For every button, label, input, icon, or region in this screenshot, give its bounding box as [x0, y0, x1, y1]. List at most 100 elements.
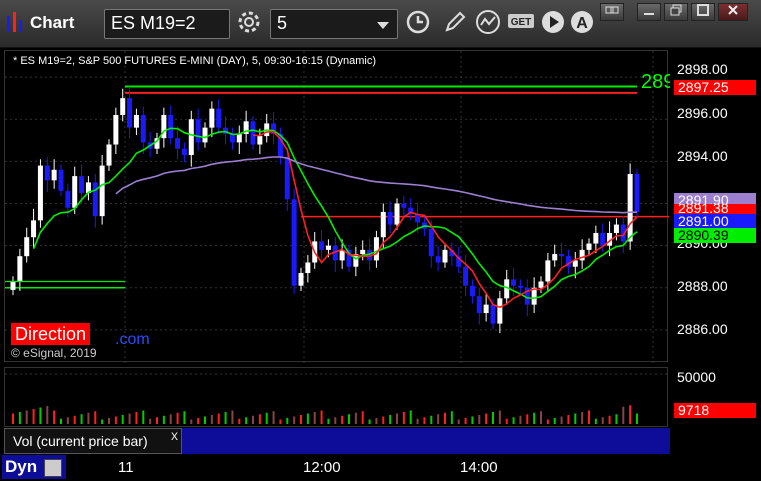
candle-body — [216, 108, 222, 128]
candle-body — [325, 245, 331, 250]
time-tick: 14:00 — [460, 459, 498, 476]
volume-bar — [533, 412, 536, 424]
volume-panel[interactable] — [4, 367, 669, 427]
interval-value: 5 — [277, 13, 288, 33]
volume-bar — [581, 412, 584, 424]
link-window-button[interactable] — [600, 3, 624, 21]
price-tag-high: 2897.25 — [674, 80, 756, 95]
candle-body — [291, 199, 297, 286]
volume-bar — [574, 413, 577, 424]
volume-bar — [313, 412, 316, 424]
title-bar: Chart ES M19=2 5 GET A — [0, 0, 761, 48]
play-button[interactable] — [538, 9, 568, 39]
svg-text:A: A — [576, 15, 588, 32]
candle-body — [140, 115, 146, 143]
volume-bar — [265, 412, 268, 424]
volume-bar — [121, 415, 124, 424]
candle-body — [559, 254, 565, 257]
volume-bar — [457, 419, 460, 424]
volume-bar — [471, 416, 474, 424]
volume-bar — [409, 410, 412, 424]
studies-button[interactable] — [472, 9, 504, 39]
volume-bar — [252, 415, 254, 424]
minimize-button[interactable] — [637, 3, 661, 21]
price-chart-panel[interactable]: * ES M19=2, S&P 500 FUTURES E-MINI (DAY)… — [4, 50, 674, 363]
volume-bar — [238, 418, 241, 424]
gear-icon — [237, 10, 261, 39]
lock-icon — [43, 458, 62, 477]
volume-bar — [80, 414, 83, 424]
get-data-button[interactable]: GET — [506, 9, 536, 39]
candle-body — [175, 138, 181, 149]
volume-bar — [416, 418, 419, 424]
candle-body — [613, 224, 619, 233]
close-button[interactable] — [718, 3, 748, 21]
pencil-icon — [443, 10, 467, 39]
volume-bar — [368, 419, 371, 424]
price-axis[interactable]: 2898.00 2896.00 2894.00 2890.00 2888.00 … — [670, 50, 756, 362]
volume-bar — [108, 418, 110, 424]
volume-bar — [629, 405, 632, 424]
candle-body — [469, 285, 475, 297]
candle-body — [634, 174, 640, 212]
volume-bar — [53, 410, 56, 424]
candle-body — [593, 233, 599, 244]
interval-combobox[interactable]: 5 — [270, 9, 398, 39]
candle-body — [579, 249, 585, 261]
candle-body — [133, 115, 139, 128]
close-icon — [727, 3, 739, 21]
study-close-button[interactable]: x — [171, 427, 178, 443]
volume-axis[interactable]: 50000 9718 — [670, 367, 756, 427]
volume-bar — [135, 412, 138, 424]
studies-icon — [475, 9, 501, 40]
volume-bar — [66, 417, 69, 424]
symbol-settings-button[interactable] — [233, 9, 265, 39]
volume-bar — [588, 410, 590, 424]
candle-body — [600, 233, 606, 246]
draw-tools-button[interactable] — [440, 9, 470, 39]
candle-body — [284, 157, 290, 200]
candle-body — [517, 285, 523, 288]
volume-bar — [498, 410, 501, 424]
volume-bar — [444, 412, 446, 424]
candle-body — [188, 119, 194, 156]
candle-body — [31, 220, 37, 238]
volume-bar — [553, 418, 556, 424]
candle-body — [627, 174, 633, 242]
volume-tag-current: 9718 — [674, 403, 756, 418]
volume-bar — [114, 416, 117, 424]
price-tick: 2896.00 — [677, 105, 728, 121]
volume-bar — [149, 418, 152, 424]
symbol-combobox[interactable]: ES M19=2 — [104, 9, 230, 39]
fast-ma-line — [252, 131, 638, 309]
volume-bar — [128, 413, 131, 424]
maximize-icon — [697, 3, 709, 21]
candle-body — [229, 133, 235, 143]
volume-bar — [142, 410, 145, 424]
volume-bar — [190, 419, 193, 424]
maximize-button[interactable] — [691, 3, 715, 21]
time-template-button[interactable] — [400, 9, 436, 39]
price-chart-canvas — [5, 51, 669, 363]
time-axis[interactable]: Dyn 11 12:00 14:00 — [0, 455, 761, 481]
volume-bar — [39, 407, 42, 424]
candle-body — [236, 133, 242, 143]
volume-bar — [204, 416, 206, 424]
candle-body — [92, 182, 98, 217]
alert-button[interactable]: A — [568, 9, 596, 39]
restore-button[interactable] — [664, 3, 688, 21]
candle-body — [463, 266, 469, 286]
candle-body — [168, 115, 174, 139]
minimize-icon — [643, 3, 655, 21]
candle-body — [120, 98, 126, 115]
chevron-down-icon — [377, 22, 389, 29]
chain-icon — [605, 3, 619, 21]
dynamic-mode-button[interactable]: Dyn — [2, 455, 66, 479]
study-label[interactable]: Vol (current price bar) — [4, 428, 182, 454]
candle-body — [209, 108, 215, 128]
candle-body — [442, 249, 448, 263]
volume-bar — [327, 418, 330, 424]
candle-body — [380, 211, 386, 238]
candle-body — [298, 273, 304, 286]
volume-bar — [560, 416, 563, 424]
